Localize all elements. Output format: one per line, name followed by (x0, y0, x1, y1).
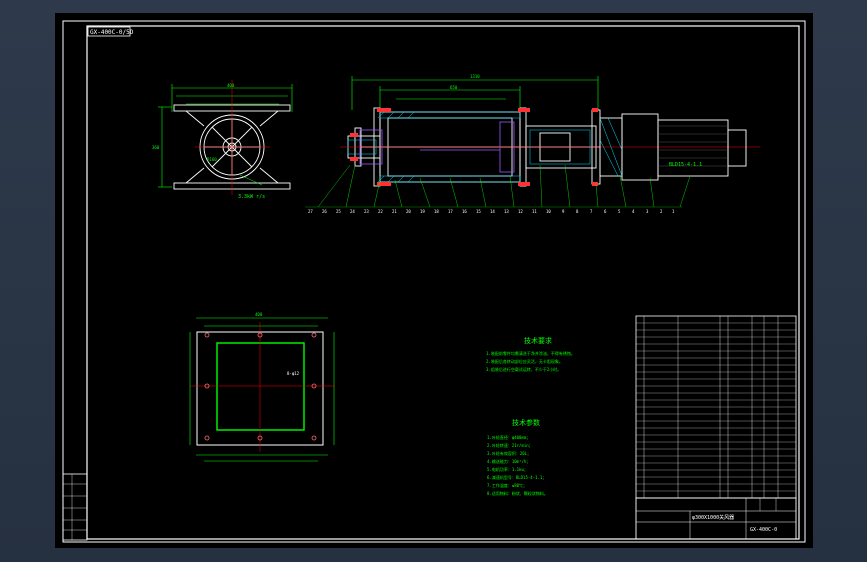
main-dim-total: 1310 (470, 74, 480, 79)
svg-text:25: 25 (336, 209, 341, 214)
tech-param-title: 技术参数 (512, 418, 540, 427)
svg-text:18: 18 (434, 209, 439, 214)
title-block-name: φ300X1000关风器 (692, 514, 734, 521)
svg-text:24: 24 (350, 209, 355, 214)
svg-text:27: 27 (308, 209, 313, 214)
flange-dim-top: 400 (255, 312, 263, 317)
svg-text:23: 23 (364, 209, 369, 214)
tech-req-line-3: 3.组装后进行空载试运转，不少于2小时。 (486, 366, 561, 372)
title-block-code: GX-400C-0 (750, 527, 777, 533)
tech-req-line-1: 1.装配前零件均需清洗干净并涂油，不得有锈蚀。 (486, 350, 575, 356)
cad-viewport[interactable]: GX-400C-0/5D 400 360 3.3kW r/s R160 1310… (0, 0, 867, 562)
side-view-radius-label: R160 (207, 157, 217, 162)
side-dim-left: 360 (152, 145, 160, 150)
svg-text:14: 14 (490, 209, 495, 214)
main-dim-body: 650 (450, 85, 458, 90)
side-dim-top: 400 (227, 83, 235, 88)
svg-text:15: 15 (476, 209, 481, 214)
part-balloons: 27 26 25 24 23 22 21 20 19 18 17 16 15 14 13 12 11 1… (308, 209, 675, 214)
svg-text:19: 19 (420, 209, 425, 214)
svg-text:26: 26 (322, 209, 327, 214)
flange-hole-label: 8-φ12 (287, 371, 300, 376)
svg-text:13: 13 (504, 209, 509, 214)
side-view-note: 3.3kW r/s (238, 194, 265, 200)
drawing-code: GX-400C-0/5D (90, 29, 134, 36)
svg-text:10: 10 (546, 209, 551, 214)
tech-param-line-3: 3.叶轮有效容积：20L； (487, 450, 531, 456)
svg-text:22: 22 (378, 209, 383, 214)
svg-text:12: 12 (518, 209, 523, 214)
svg-text:20: 20 (406, 209, 411, 214)
svg-text:21: 21 (392, 209, 397, 214)
cad-drawing-canvas: GX-400C-0/5D 400 360 3.3kW r/s R160 1310… (55, 13, 813, 548)
tech-param-line-1: 1.叶轮直径：φ400mm； (487, 434, 530, 440)
tech-req-title: 技术要求 (524, 336, 552, 345)
tech-param-line-8: 8.适用物料：粉状、颗粒状物料。 (487, 490, 548, 496)
main-view-note: BLD15-4-1.1 (669, 162, 702, 168)
tech-param-line-5: 5.电机功率：1.1kw； (487, 466, 528, 472)
svg-text:11: 11 (532, 209, 537, 214)
drawing-sheet (55, 13, 813, 548)
svg-text:16: 16 (462, 209, 467, 214)
tech-param-line-7: 7.工作温度：≤80℃； (487, 482, 527, 488)
tech-param-line-2: 2.叶轮转速：21r/min； (487, 442, 533, 448)
svg-text:17: 17 (448, 209, 453, 214)
tech-param-line-6: 6.减速机型号：BLD15-4-1.1； (487, 474, 546, 480)
tech-req-line-2: 2.装配后各转动部位应灵活，无卡阻现象。 (486, 358, 563, 364)
tech-param-line-4: 4.输送能力：10m³/h； (487, 458, 530, 464)
